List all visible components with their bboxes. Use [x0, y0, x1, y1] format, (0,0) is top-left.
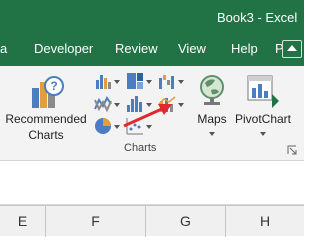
- window-title: Book3 - Excel: [217, 10, 298, 25]
- pivotchart-label: PivotChart: [234, 112, 292, 126]
- column-header-h[interactable]: H: [226, 206, 304, 237]
- hierarchy-chart-icon: [127, 73, 143, 89]
- chevron-down-icon: [178, 103, 184, 107]
- pie-chart-icon: [95, 118, 111, 134]
- tab-developer[interactable]: Developer: [34, 41, 93, 56]
- chevron-down-icon: [178, 80, 184, 84]
- waterfall-chart-button[interactable]: [156, 71, 186, 91]
- column-header-f[interactable]: F: [46, 206, 146, 237]
- chevron-down-icon: [146, 80, 152, 84]
- formula-bar-area: [0, 161, 304, 205]
- title-bar: Book3 - Excel: [0, 0, 304, 33]
- pivotchart-icon: [247, 75, 279, 108]
- waterfall-chart-icon: [159, 75, 174, 89]
- recommended-charts-label-1: Recommended: [5, 112, 87, 126]
- caret-up-icon: [287, 45, 297, 51]
- chevron-down-icon: [114, 80, 120, 84]
- ribbon-tab-bar: a Developer Review View Help Pow: [0, 33, 304, 66]
- maps-button[interactable]: Maps: [192, 72, 232, 144]
- chevron-down-icon: [260, 132, 266, 136]
- recommended-charts-label-2: Charts: [28, 128, 64, 142]
- column-chart-icon: [96, 75, 111, 89]
- tab-partial-left[interactable]: a: [0, 41, 7, 56]
- dialog-launcher-icon[interactable]: [287, 145, 297, 155]
- ribbon-insert-panel: ? Recommended Charts Maps PivotChart Cha…: [0, 66, 304, 161]
- globe-icon: [200, 75, 224, 105]
- svg-text:?: ?: [50, 79, 57, 93]
- hierarchy-chart-button[interactable]: [124, 71, 154, 91]
- tab-review[interactable]: Review: [115, 41, 158, 56]
- tab-view[interactable]: View: [178, 41, 206, 56]
- charts-group-label: Charts: [124, 142, 157, 154]
- pivotchart-button[interactable]: PivotChart: [232, 72, 294, 144]
- line-chart-icon: [94, 96, 112, 113]
- collapse-ribbon-button[interactable]: [282, 40, 302, 58]
- red-arrow-annotation: [123, 104, 172, 128]
- chevron-down-icon: [209, 132, 215, 136]
- column-headers: E F G H: [0, 205, 304, 237]
- column-chart-button[interactable]: [92, 71, 122, 91]
- recommended-charts-icon: ?: [32, 76, 64, 108]
- maps-label: Maps: [197, 112, 227, 126]
- column-header-e[interactable]: E: [0, 206, 46, 237]
- tab-help[interactable]: Help: [231, 41, 258, 56]
- recommended-charts-button[interactable]: ? Recommended Charts: [4, 72, 88, 144]
- column-header-g[interactable]: G: [146, 206, 226, 237]
